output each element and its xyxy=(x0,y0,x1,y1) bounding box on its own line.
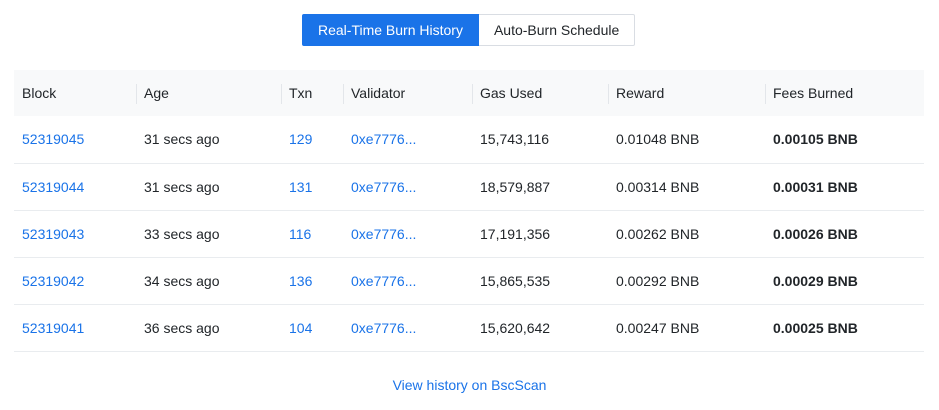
view-history-on-bscscan-link[interactable]: View history on BscScan xyxy=(393,377,547,393)
reward-cell: 0.00247 BNB xyxy=(616,319,700,336)
table-header-row: Block Age Txn Validator Gas Used Reward … xyxy=(14,70,924,116)
fees-burned-cell: 0.00031 BNB xyxy=(773,178,858,195)
validator-address-link[interactable]: 0xe7776... xyxy=(343,210,472,257)
column-header-block: Block xyxy=(22,85,57,101)
validator-address-link[interactable]: 0xe7776... xyxy=(343,304,472,351)
block-number-link[interactable]: 52319043 xyxy=(14,210,136,257)
fees-burned-cell: 0.00029 BNB xyxy=(773,272,858,289)
burn-history-table-container: Block Age Txn Validator Gas Used Reward … xyxy=(14,70,924,352)
block-number-link[interactable]: 52319042 xyxy=(14,257,136,304)
age-cell: 31 secs ago xyxy=(144,131,220,148)
column-header-age: Age xyxy=(136,70,281,116)
table-row: 52319045 31 secs ago 129 0xe7776... 15,7… xyxy=(14,116,924,163)
reward-cell: 0.00262 BNB xyxy=(616,225,700,242)
fees-burned-cell: 0.00026 BNB xyxy=(773,225,858,242)
table-row: 52319041 36 secs ago 104 0xe7776... 15,6… xyxy=(14,304,924,351)
fees-burned-cell: 0.00105 BNB xyxy=(773,131,858,148)
fees-burned-cell: 0.00025 BNB xyxy=(773,319,858,336)
age-cell: 31 secs ago xyxy=(144,178,220,195)
block-number-link[interactable]: 52319045 xyxy=(14,116,136,163)
gas-used-cell: 17,191,356 xyxy=(480,225,551,242)
reward-cell: 0.01048 BNB xyxy=(616,131,700,148)
validator-address-link[interactable]: 0xe7776... xyxy=(343,163,472,210)
reward-cell: 0.00314 BNB xyxy=(616,178,700,195)
column-header-txn: Txn xyxy=(281,70,343,116)
age-cell: 36 secs ago xyxy=(144,319,220,336)
footer: View history on BscScan xyxy=(0,377,939,393)
column-header-validator: Validator xyxy=(343,70,472,116)
gas-used-cell: 18,579,887 xyxy=(480,178,551,195)
age-cell: 33 secs ago xyxy=(144,225,220,242)
txn-count-link[interactable]: 104 xyxy=(281,304,343,351)
block-number-link[interactable]: 52319041 xyxy=(14,304,136,351)
column-header-gas-used: Gas Used xyxy=(472,70,608,116)
table-row: 52319042 34 secs ago 136 0xe7776... 15,8… xyxy=(14,257,924,304)
age-cell: 34 secs ago xyxy=(144,272,220,289)
table-row: 52319044 31 secs ago 131 0xe7776... 18,5… xyxy=(14,163,924,210)
tab-auto-burn-schedule[interactable]: Auto-Burn Schedule xyxy=(478,14,636,46)
gas-used-cell: 15,620,642 xyxy=(480,319,551,336)
reward-cell: 0.00292 BNB xyxy=(616,272,700,289)
column-header-fees-burned: Fees Burned xyxy=(765,70,924,116)
validator-address-link[interactable]: 0xe7776... xyxy=(343,116,472,163)
txn-count-link[interactable]: 116 xyxy=(281,210,343,257)
tab-real-time-burn-history[interactable]: Real-Time Burn History xyxy=(302,14,479,46)
burn-history-table: Block Age Txn Validator Gas Used Reward … xyxy=(14,70,924,352)
column-header-reward: Reward xyxy=(608,70,765,116)
txn-count-link[interactable]: 136 xyxy=(281,257,343,304)
txn-count-link[interactable]: 131 xyxy=(281,163,343,210)
block-number-link[interactable]: 52319044 xyxy=(14,163,136,210)
table-row: 52319043 33 secs ago 116 0xe7776... 17,1… xyxy=(14,210,924,257)
gas-used-cell: 15,743,116 xyxy=(480,131,550,148)
txn-count-link[interactable]: 129 xyxy=(281,116,343,163)
gas-used-cell: 15,865,535 xyxy=(480,272,551,289)
validator-address-link[interactable]: 0xe7776... xyxy=(343,257,472,304)
burn-view-tabs: Real-Time Burn History Auto-Burn Schedul… xyxy=(302,14,636,46)
